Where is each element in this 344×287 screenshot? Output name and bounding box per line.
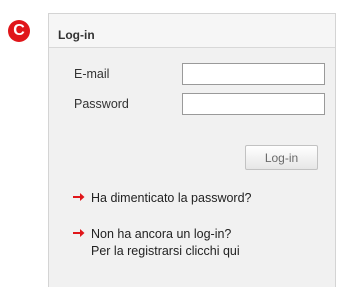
- login-button[interactable]: Log-in: [245, 145, 318, 170]
- arrow-right-icon: [72, 190, 85, 204]
- password-field[interactable]: [182, 93, 325, 115]
- register-line-2[interactable]: Per la registrarsi clicchi qui: [91, 244, 240, 258]
- step-badge: C: [8, 20, 30, 42]
- register-text[interactable]: Non ha ancora un log-in? Per la registra…: [91, 226, 240, 260]
- forgot-password-link[interactable]: Ha dimenticato la password?: [72, 190, 252, 207]
- register-link[interactable]: Non ha ancora un log-in? Per la registra…: [72, 226, 240, 260]
- email-field[interactable]: [182, 63, 325, 85]
- email-label: E-mail: [74, 67, 110, 81]
- panel-header: Log-in: [49, 14, 335, 48]
- forgot-password-text[interactable]: Ha dimenticato la password?: [91, 190, 252, 207]
- password-label: Password: [74, 97, 129, 111]
- panel-title: Log-in: [58, 28, 95, 42]
- login-panel: Log-in E-mail Password Log-in Ha dimenti…: [48, 13, 336, 287]
- arrow-right-icon: [72, 226, 85, 240]
- register-line-1: Non ha ancora un log-in?: [91, 227, 232, 241]
